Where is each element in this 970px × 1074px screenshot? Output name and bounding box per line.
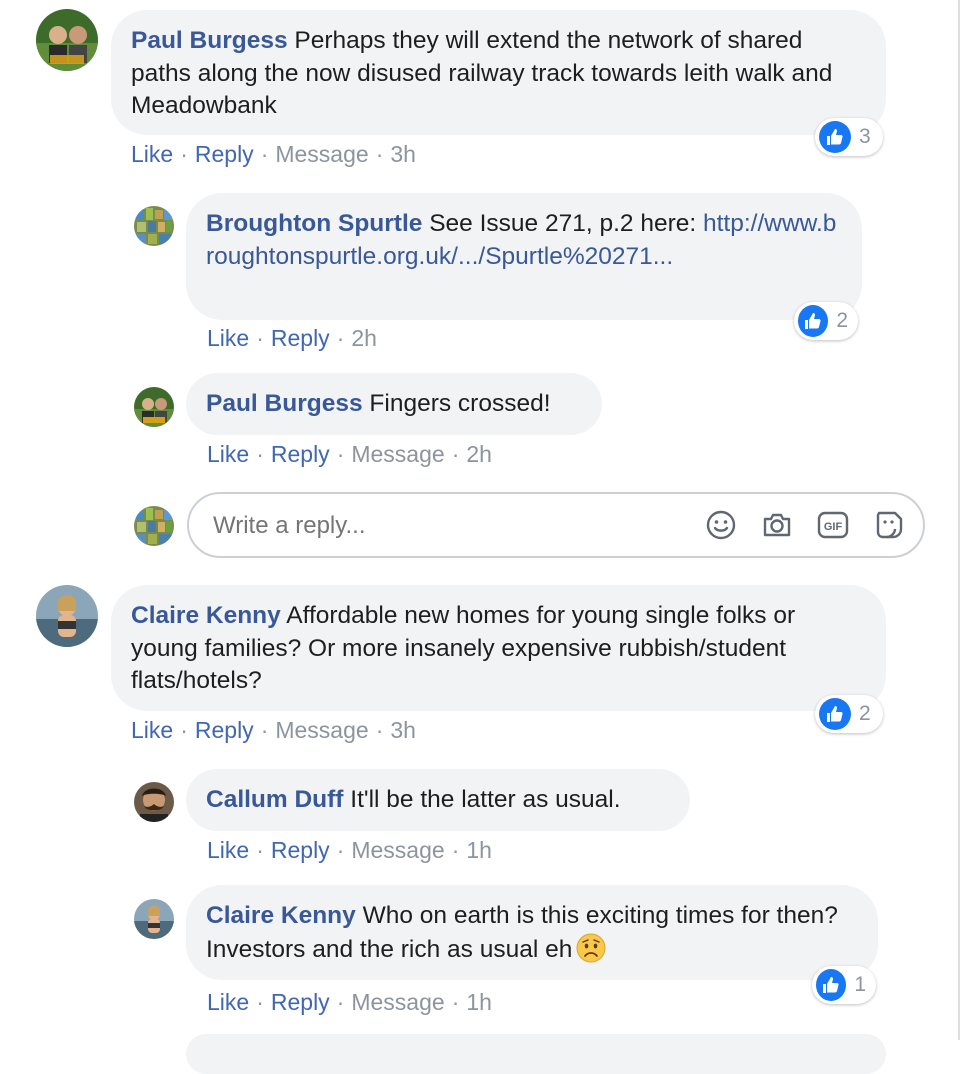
comment-bubble: Claire Kenny Who on earth is this exciti… xyxy=(186,885,878,980)
separator: · xyxy=(180,717,188,743)
comment-bubble: Callum Duff It'll be the latter as usual… xyxy=(186,769,690,831)
like-link[interactable]: Like xyxy=(131,717,173,743)
comment-actions: Like · Reply · Message · 1h xyxy=(207,837,492,864)
separator: · xyxy=(451,989,460,1015)
separator: · xyxy=(256,441,264,467)
comment-author-link[interactable]: Claire Kenny xyxy=(131,602,281,629)
comment-bubble: Claire Kenny Affordable new homes for yo… xyxy=(111,585,886,711)
comment-text: See Issue 271, p.2 here: xyxy=(429,210,697,237)
like-link[interactable]: Like xyxy=(207,837,249,863)
comment-actions: Like · Reply · 2h xyxy=(207,325,377,352)
like-reaction-count[interactable]: 2 xyxy=(794,302,858,340)
gif-icon[interactable]: GIF xyxy=(817,509,849,541)
message-link[interactable]: Message xyxy=(351,837,444,863)
comment-actions: Like · Reply · Message · 3h xyxy=(131,141,416,168)
comment-author-link[interactable]: Broughton Spurtle xyxy=(206,210,422,237)
reply-link[interactable]: Reply xyxy=(271,441,330,467)
message-link[interactable]: Message xyxy=(351,441,444,467)
gif-label: GIF xyxy=(824,521,843,533)
timestamp[interactable]: 1h xyxy=(466,837,492,863)
reply-composer: GIF xyxy=(187,492,925,558)
separator: · xyxy=(375,717,384,743)
timestamp[interactable]: 3h xyxy=(390,717,416,743)
reply-link[interactable]: Reply xyxy=(195,717,254,743)
separator: · xyxy=(180,141,188,167)
sticker-icon[interactable] xyxy=(873,509,905,541)
message-link[interactable]: Message xyxy=(275,717,368,743)
message-link[interactable]: Message xyxy=(275,141,368,167)
separator: · xyxy=(451,837,460,863)
separator: · xyxy=(256,989,264,1015)
separator: · xyxy=(451,441,460,467)
reply-link[interactable]: Reply xyxy=(195,141,254,167)
separator: · xyxy=(256,837,264,863)
timestamp[interactable]: 2h xyxy=(466,441,492,467)
comment-author-link[interactable]: Claire Kenny xyxy=(206,902,356,929)
avatar[interactable] xyxy=(36,585,98,647)
current-user-avatar xyxy=(134,506,174,546)
like-link[interactable]: Like xyxy=(207,325,249,351)
comment-author-link[interactable]: Callum Duff xyxy=(206,786,343,813)
reply-link[interactable]: Reply xyxy=(271,837,330,863)
reaction-count: 2 xyxy=(859,702,871,725)
reply-link[interactable]: Reply xyxy=(271,325,330,351)
like-link[interactable]: Like xyxy=(207,441,249,467)
thumbs-up-icon xyxy=(819,698,851,730)
worried-face-emoji xyxy=(576,933,606,963)
thumbs-up-icon xyxy=(816,969,847,1001)
avatar[interactable] xyxy=(134,206,174,246)
avatar[interactable] xyxy=(134,899,174,939)
reaction-count: 2 xyxy=(836,309,848,332)
separator: · xyxy=(256,325,264,351)
like-reaction-count[interactable]: 2 xyxy=(815,695,883,733)
comment-actions: Like · Reply · Message · 1h xyxy=(207,989,492,1016)
timestamp[interactable]: 1h xyxy=(466,989,492,1015)
separator: · xyxy=(336,837,345,863)
separator: · xyxy=(336,989,345,1015)
comment-text: Fingers crossed! xyxy=(369,390,551,417)
reply-input[interactable] xyxy=(211,494,675,558)
like-link[interactable]: Like xyxy=(131,141,173,167)
avatar[interactable] xyxy=(134,387,174,427)
reply-link[interactable]: Reply xyxy=(271,989,330,1015)
comment-text: It'll be the latter as usual. xyxy=(350,786,621,813)
separator: · xyxy=(336,441,345,467)
camera-icon[interactable] xyxy=(761,509,793,541)
comment-bubble-partial xyxy=(186,1034,886,1074)
comment-bubble: Paul Burgess Fingers crossed! xyxy=(186,373,602,435)
comment-actions: Like · Reply · Message · 3h xyxy=(131,717,416,744)
separator: · xyxy=(260,717,269,743)
thumbs-up-icon xyxy=(798,305,829,337)
comment-actions: Like · Reply · Message · 2h xyxy=(207,441,492,468)
separator: · xyxy=(336,325,345,351)
reaction-count: 3 xyxy=(859,125,871,148)
separator: · xyxy=(375,141,384,167)
comment-author-link[interactable]: Paul Burgess xyxy=(131,27,288,54)
reaction-count: 1 xyxy=(854,973,866,996)
timestamp[interactable]: 2h xyxy=(351,325,377,351)
thumbs-up-icon xyxy=(819,121,851,153)
comment-author-link[interactable]: Paul Burgess xyxy=(206,390,363,417)
like-reaction-count[interactable]: 1 xyxy=(812,966,876,1004)
comment-bubble: Paul Burgess Perhaps they will extend th… xyxy=(111,10,886,135)
like-reaction-count[interactable]: 3 xyxy=(815,118,883,156)
avatar[interactable] xyxy=(134,782,174,822)
comment-bubble: Broughton Spurtle See Issue 271, p.2 her… xyxy=(186,193,862,320)
emoji-icon[interactable] xyxy=(705,509,737,541)
timestamp[interactable]: 3h xyxy=(390,141,416,167)
like-link[interactable]: Like xyxy=(207,989,249,1015)
separator: · xyxy=(260,141,269,167)
message-link[interactable]: Message xyxy=(351,989,444,1015)
avatar[interactable] xyxy=(36,9,98,71)
